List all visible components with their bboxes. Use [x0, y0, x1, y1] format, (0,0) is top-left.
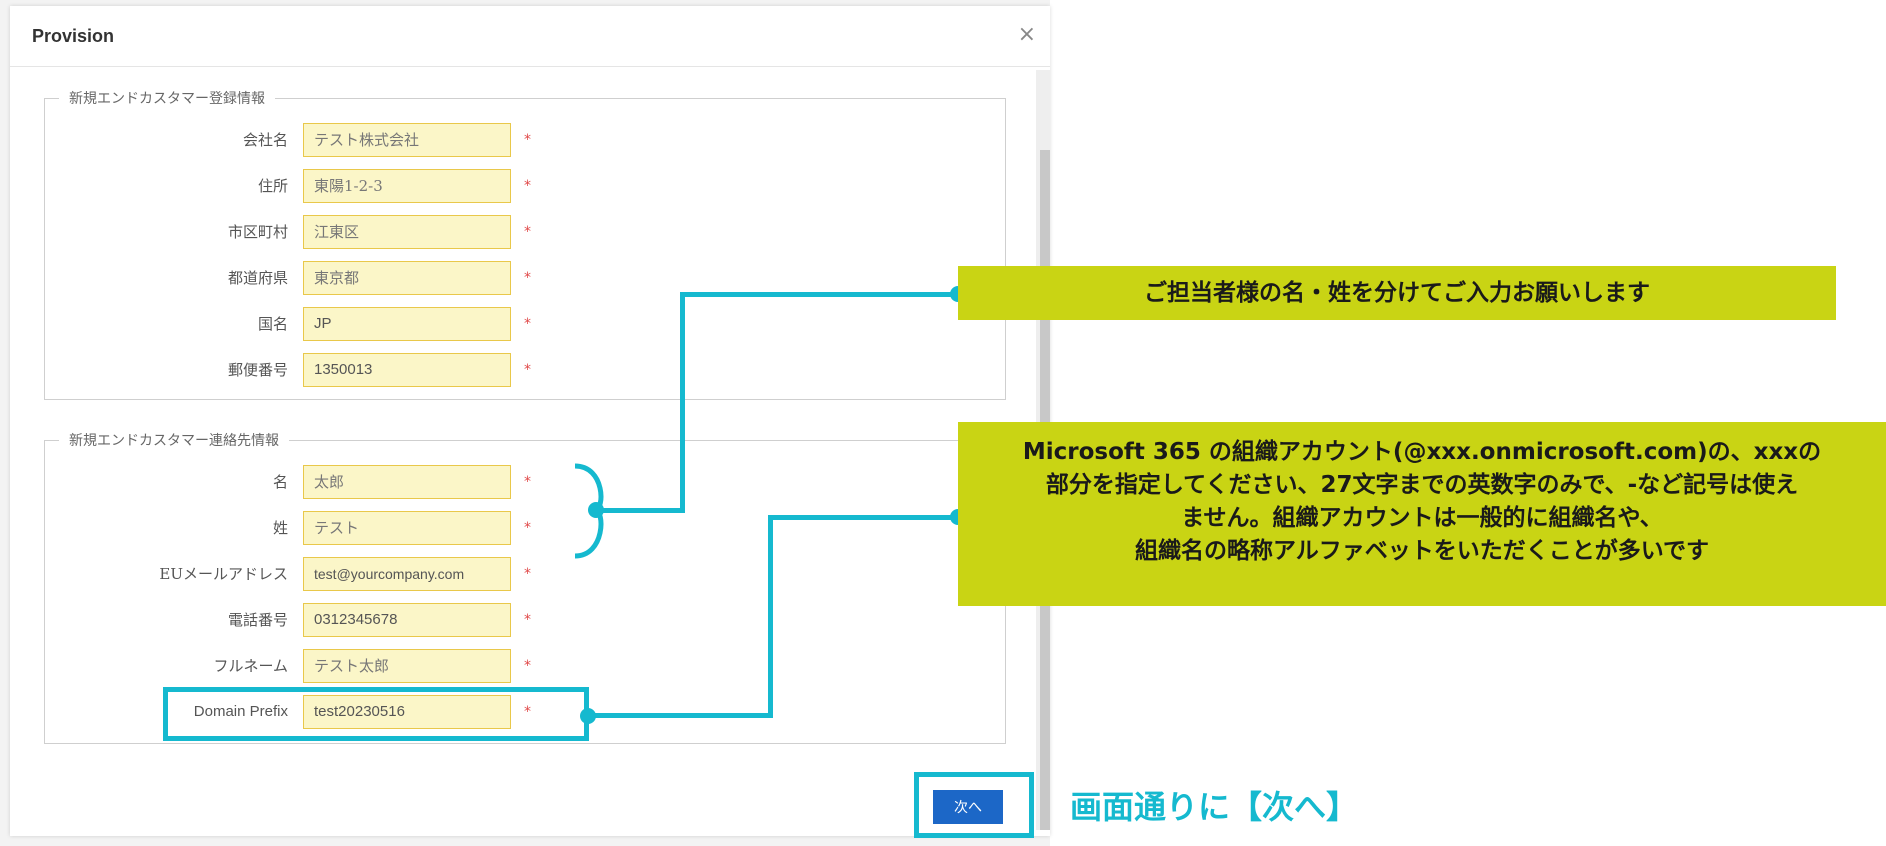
name-connector-h1	[597, 508, 685, 513]
last-name-input[interactable]: テスト	[303, 511, 511, 545]
prefecture-label: 都道府県	[227, 269, 288, 287]
full-name-input[interactable]: テスト太郎	[303, 649, 511, 683]
first-name-input[interactable]: 太郎	[303, 465, 511, 499]
phone-label: 電話番号	[227, 611, 288, 629]
domain-connector-h1	[589, 713, 773, 718]
name-connector-dot-start	[588, 502, 604, 518]
postal-code-input[interactable]: 1350013	[303, 353, 511, 387]
required-mark: *	[524, 316, 531, 332]
city-label: 市区町村	[227, 223, 288, 241]
address-input[interactable]: 東陽1-2-3	[303, 169, 511, 203]
company-name-input[interactable]: テスト株式会社	[303, 123, 511, 157]
address-label: 住所	[257, 177, 288, 195]
country-label: 国名	[257, 315, 288, 333]
phone-input[interactable]: 0312345678	[303, 603, 511, 637]
city-input[interactable]: 江東区	[303, 215, 511, 249]
domain-note-line: Microsoft 365 の組織アカウント(@xxx.onmicrosoft.…	[1022, 439, 1822, 465]
required-mark: *	[524, 474, 531, 490]
required-mark: *	[524, 658, 531, 674]
email-input[interactable]: test@yourcompany.com	[303, 557, 511, 591]
domain-note-line: 組織名の略称アルファベットをいただくことが多いです	[1134, 538, 1710, 564]
contact-info-legend: 新規エンドカスタマー連絡先情報	[69, 433, 279, 449]
required-mark: *	[524, 362, 531, 378]
name-split-note: ご担当者様の名・姓を分けてご入力お願いします	[958, 266, 1836, 320]
domain-connector-h2	[768, 515, 958, 520]
required-mark: *	[524, 520, 531, 536]
email-label: EUメールアドレス	[159, 565, 288, 583]
country-input[interactable]: JP	[303, 307, 511, 341]
domain-connector-v	[768, 515, 773, 718]
required-mark: *	[524, 566, 531, 582]
full-name-label: フルネーム	[213, 657, 288, 675]
next-button-highlight	[914, 772, 1034, 838]
company-info-legend: 新規エンドカスタマー登録情報	[69, 91, 265, 107]
domain-note-line: ません。組織アカウントは一般的に組織名や、	[1181, 505, 1663, 531]
required-mark: *	[524, 132, 531, 148]
domain-note-line: 部分を指定してください、27文字までの英数字のみで、-など記号は使え	[1045, 472, 1799, 498]
domain-prefix-highlight	[163, 687, 589, 741]
required-mark: *	[524, 270, 531, 286]
name-connector-v	[680, 292, 685, 513]
prefecture-input[interactable]: 東京都	[303, 261, 511, 295]
dialog-header: Provision ×	[10, 6, 1050, 67]
company-name-label: 会社名	[242, 131, 288, 149]
name-connector-h2	[680, 292, 958, 297]
domain-prefix-note: Microsoft 365 の組織アカウント(@xxx.onmicrosoft.…	[958, 422, 1886, 606]
domain-connector-dot-start	[580, 708, 596, 724]
dialog-title: Provision	[32, 26, 115, 46]
required-mark: *	[524, 178, 531, 194]
required-mark: *	[524, 224, 531, 240]
postal-code-label: 郵便番号	[227, 361, 288, 379]
last-name-label: 姓	[272, 519, 288, 537]
next-instruction-note: 画面通りに【次へ】	[1070, 788, 1359, 826]
close-icon[interactable]: ×	[1018, 24, 1036, 46]
required-mark: *	[524, 612, 531, 628]
first-name-label: 名	[272, 473, 288, 491]
